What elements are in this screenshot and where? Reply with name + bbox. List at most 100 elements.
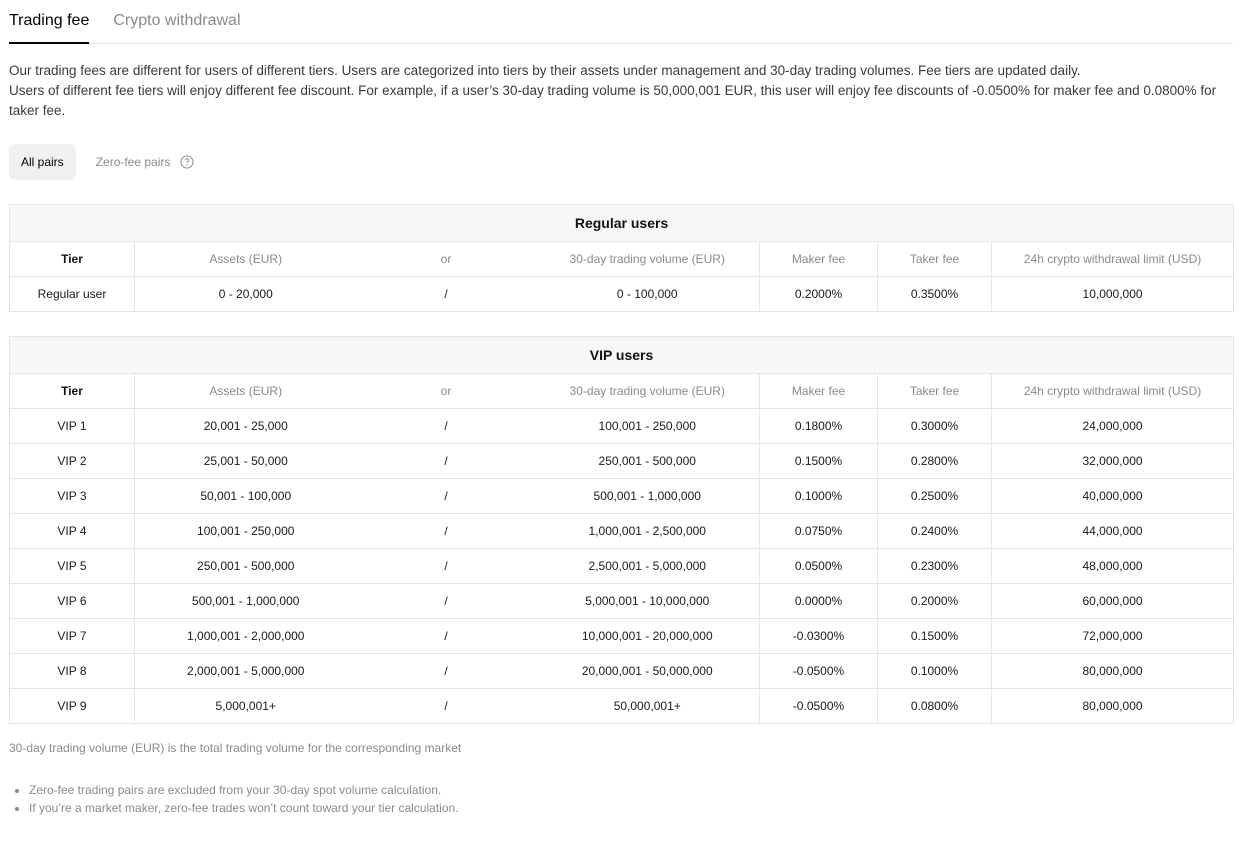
or-header: or — [356, 241, 536, 277]
taker-fee-cell: 0.0800% — [877, 688, 992, 724]
maker-fee-header: Maker fee — [759, 241, 878, 277]
withdrawal-limit-cell: 24,000,000 — [990, 408, 1235, 444]
withdrawal-limit-cell: 32,000,000 — [990, 443, 1235, 479]
tab-trading-fee[interactable]: Trading fee — [9, 11, 90, 44]
taker-fee-header: Taker fee — [877, 241, 992, 277]
withdrawal-limit-header: 24h crypto withdrawal limit (USD) — [990, 373, 1235, 409]
taker-fee-cell: 0.2800% — [877, 443, 992, 479]
tier-cell: VIP 4 — [9, 513, 135, 549]
taker-fee-cell: 0.2500% — [877, 478, 992, 514]
withdrawal-limit-cell: 80,000,000 — [990, 653, 1235, 689]
assets-cell: 500,001 - 1,000,000 — [134, 583, 357, 619]
withdrawal-limit-cell: 48,000,000 — [990, 548, 1235, 584]
maker-fee-cell: -0.0300% — [759, 618, 878, 654]
assets-cell: 0 - 20,000 — [134, 276, 357, 312]
volume-cell: 10,000,001 - 20,000,000 — [535, 618, 760, 654]
maker-fee-cell: 0.1000% — [759, 478, 878, 514]
table-row: VIP 3 50,001 - 100,000 / 500,001 - 1,000… — [9, 478, 1235, 514]
vip-users-table: VIP users Tier Assets (EUR) or 30-day tr… — [8, 336, 1235, 724]
table-row: VIP 7 1,000,001 - 2,000,000 / 10,000,001… — [9, 618, 1235, 654]
taker-fee-cell: 0.1000% — [877, 653, 992, 689]
tier-cell: VIP 7 — [9, 618, 135, 654]
table-row: Regular user 0 - 20,000 / 0 - 100,000 0.… — [9, 276, 1235, 312]
assets-cell: 5,000,001+ — [134, 688, 357, 724]
regular-users-table: Regular users Tier Assets (EUR) or 30-da… — [8, 204, 1235, 312]
table-header-row: Tier Assets (EUR) or 30-day trading volu… — [9, 373, 1235, 409]
tier-header: Tier — [9, 241, 135, 277]
separator-cell: / — [356, 583, 536, 619]
withdrawal-limit-header: 24h crypto withdrawal limit (USD) — [990, 241, 1235, 277]
volume-cell: 1,000,001 - 2,500,000 — [535, 513, 760, 549]
fee-schedule-page: Trading fee Crypto withdrawal Our tradin… — [8, 0, 1235, 817]
volume-cell: 0 - 100,000 — [535, 276, 760, 312]
regular-users-title: Regular users — [8, 204, 1235, 242]
separator-cell: / — [356, 478, 536, 514]
table-row: VIP 8 2,000,001 - 5,000,000 / 20,000,001… — [9, 653, 1235, 689]
separator-cell: / — [356, 618, 536, 654]
separator-cell: / — [356, 653, 536, 689]
top-tabs: Trading fee Crypto withdrawal — [9, 0, 1233, 44]
list-item: Zero-fee trading pairs are excluded from… — [29, 781, 1233, 799]
volume-cell: 100,001 - 250,000 — [535, 408, 760, 444]
vip-users-title: VIP users — [8, 336, 1235, 374]
withdrawal-limit-cell: 60,000,000 — [990, 583, 1235, 619]
volume-header: 30-day trading volume (EUR) — [535, 241, 760, 277]
maker-fee-cell: -0.0500% — [759, 688, 878, 724]
taker-fee-cell: 0.2000% — [877, 583, 992, 619]
zero-fee-pairs-button[interactable]: Zero-fee pairs — [76, 144, 181, 180]
withdrawal-limit-cell: 40,000,000 — [990, 478, 1235, 514]
taker-fee-cell: 0.1500% — [877, 618, 992, 654]
maker-fee-cell: 0.0500% — [759, 548, 878, 584]
tier-cell: Regular user — [9, 276, 135, 312]
withdrawal-limit-cell: 80,000,000 — [990, 688, 1235, 724]
assets-header: Assets (EUR) — [134, 241, 357, 277]
volume-cell: 250,001 - 500,000 — [535, 443, 760, 479]
maker-fee-cell: 0.2000% — [759, 276, 878, 312]
volume-footnote: 30-day trading volume (EUR) is the total… — [9, 741, 462, 755]
separator-cell: / — [356, 513, 536, 549]
withdrawal-limit-cell: 72,000,000 — [990, 618, 1235, 654]
table-header-row: Tier Assets (EUR) or 30-day trading volu… — [9, 241, 1235, 277]
volume-cell: 50,000,001+ — [535, 688, 760, 724]
taker-fee-cell: 0.3500% — [877, 276, 992, 312]
table-row: VIP 6 500,001 - 1,000,000 / 5,000,001 - … — [9, 583, 1235, 619]
withdrawal-limit-cell: 44,000,000 — [990, 513, 1235, 549]
tier-cell: VIP 9 — [9, 688, 135, 724]
taker-fee-cell: 0.3000% — [877, 408, 992, 444]
all-pairs-button[interactable]: All pairs — [9, 144, 76, 180]
or-header: or — [356, 373, 536, 409]
taker-fee-cell: 0.2300% — [877, 548, 992, 584]
table-row: VIP 4 100,001 - 250,000 / 1,000,001 - 2,… — [9, 513, 1235, 549]
separator-cell: / — [356, 408, 536, 444]
assets-cell: 2,000,001 - 5,000,000 — [134, 653, 357, 689]
question-circle-icon[interactable] — [180, 155, 194, 169]
separator-cell: / — [356, 548, 536, 584]
assets-cell: 50,001 - 100,000 — [134, 478, 357, 514]
taker-fee-header: Taker fee — [877, 373, 992, 409]
separator-cell: / — [356, 443, 536, 479]
maker-fee-cell: -0.0500% — [759, 653, 878, 689]
assets-cell: 1,000,001 - 2,000,000 — [134, 618, 357, 654]
tier-header: Tier — [9, 373, 135, 409]
volume-cell: 2,500,001 - 5,000,000 — [535, 548, 760, 584]
maker-fee-cell: 0.1500% — [759, 443, 878, 479]
volume-cell: 500,001 - 1,000,000 — [535, 478, 760, 514]
table-row: VIP 1 20,001 - 25,000 / 100,001 - 250,00… — [9, 408, 1235, 444]
assets-cell: 20,001 - 25,000 — [134, 408, 357, 444]
description-line-2: Users of different fee tiers will enjoy … — [9, 83, 1217, 118]
tab-crypto-withdrawal[interactable]: Crypto withdrawal — [113, 11, 240, 43]
list-item: If you’re a market maker, zero-fee trade… — [29, 799, 1233, 817]
maker-fee-header: Maker fee — [759, 373, 878, 409]
tier-cell: VIP 2 — [9, 443, 135, 479]
table-row: VIP 2 25,001 - 50,000 / 250,001 - 500,00… — [9, 443, 1235, 479]
description-line-1: Our trading fees are different for users… — [9, 63, 1081, 78]
tier-cell: VIP 6 — [9, 583, 135, 619]
assets-cell: 250,001 - 500,000 — [134, 548, 357, 584]
withdrawal-limit-cell: 10,000,000 — [990, 276, 1235, 312]
maker-fee-cell: 0.0000% — [759, 583, 878, 619]
tier-cell: VIP 1 — [9, 408, 135, 444]
notes-list: Zero-fee trading pairs are excluded from… — [9, 781, 1233, 817]
separator-cell: / — [356, 276, 536, 312]
table-row: VIP 5 250,001 - 500,000 / 2,500,001 - 5,… — [9, 548, 1235, 584]
tier-cell: VIP 5 — [9, 548, 135, 584]
